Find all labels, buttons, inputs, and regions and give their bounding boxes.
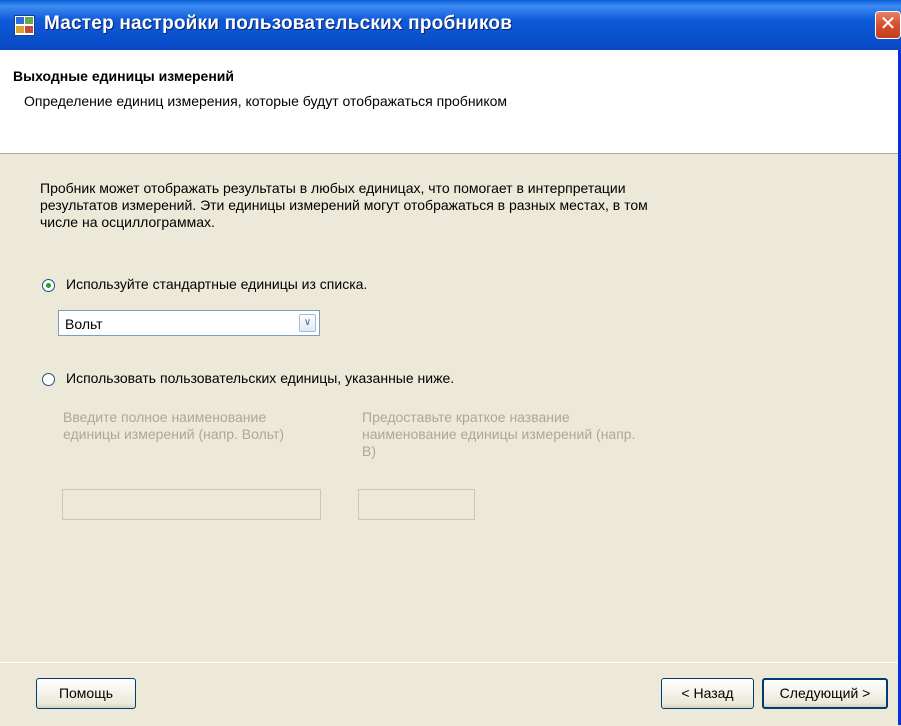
radio-standard-units-label[interactable]: Используйте стандартные единицы из списк… [66, 276, 367, 292]
short-name-label: Предоставьте краткое название наименован… [362, 409, 636, 459]
title-bar[interactable]: Мастер настройки пользовательских пробни… [0, 0, 901, 50]
radio-selected-dot [46, 283, 51, 288]
units-dropdown-value: Вольт [65, 316, 103, 332]
radio-custom-units[interactable] [42, 373, 55, 386]
close-icon[interactable]: ✕ [875, 11, 901, 39]
window-title: Мастер настройки пользовательских пробни… [44, 13, 513, 34]
app-icon [14, 15, 35, 36]
radio-standard-units[interactable] [42, 279, 55, 292]
short-name-input[interactable] [358, 489, 475, 520]
next-button[interactable]: Следующий > [762, 678, 888, 709]
chevron-down-icon[interactable]: ∨ [299, 314, 316, 332]
page-subtitle: Определение единиц измерения, которые бу… [24, 93, 508, 109]
full-name-label: Введите полное наименование единицы изме… [63, 409, 285, 442]
radio-custom-units-label[interactable]: Использовать пользовательских единицы, у… [66, 370, 454, 386]
full-name-input[interactable] [62, 489, 321, 520]
wizard-window: Мастер настройки пользовательских пробни… [0, 0, 901, 726]
description-text: Пробник может отображать результаты в лю… [40, 180, 648, 230]
units-dropdown[interactable]: Вольт ∨ [58, 310, 320, 336]
wizard-footer: Помощь < Назад Следующий > [0, 662, 898, 726]
wizard-header: Выходные единицы измерений Определение е… [0, 50, 898, 154]
page-title: Выходные единицы измерений [13, 68, 235, 84]
back-button[interactable]: < Назад [661, 678, 754, 709]
help-button[interactable]: Помощь [36, 678, 136, 709]
